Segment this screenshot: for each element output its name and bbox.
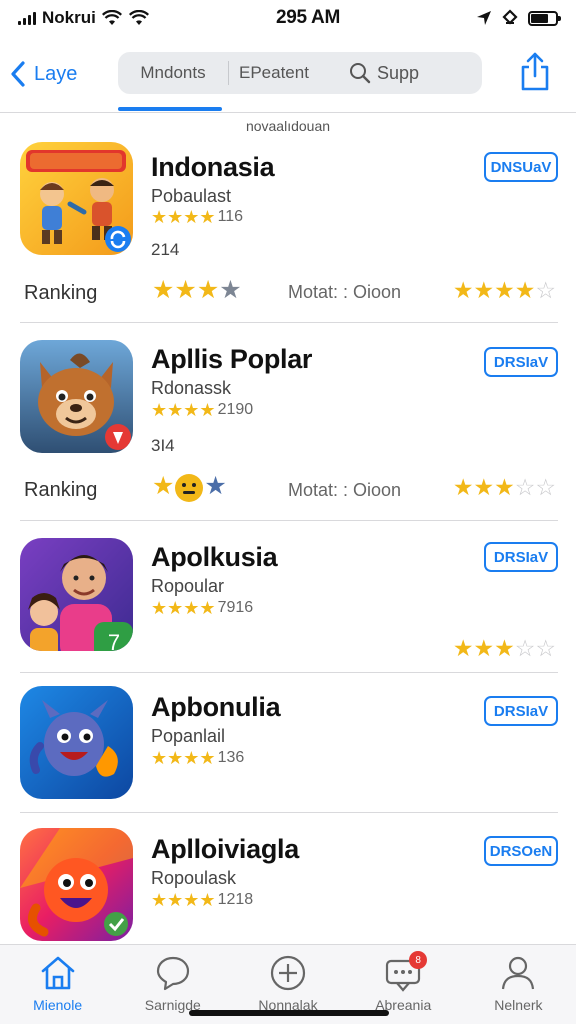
row-divider	[20, 322, 558, 323]
get-button[interactable]: DRSIaV	[484, 542, 558, 572]
row-divider	[20, 812, 558, 813]
nav-divider	[0, 112, 576, 113]
share-icon	[521, 52, 549, 91]
user-rating-stars: ★ ★ ★ ☆ ☆	[452, 474, 556, 500]
notification-badge: 8	[409, 951, 428, 969]
app-icon-family-game[interactable]: 7	[20, 538, 133, 651]
user-rating-stars: ★ ★ ★ ☆ ☆	[452, 635, 556, 661]
tab-label: Nelnerk	[494, 997, 543, 1013]
app-rating: ★ ★ ★ ★ 7916	[151, 599, 253, 617]
rating-stars: ★ ★ ★ ★	[151, 207, 216, 227]
app-rating: ★ ★ ★ ★ 116	[151, 208, 243, 226]
wifi-icon	[101, 10, 122, 25]
svg-text:7: 7	[108, 630, 120, 651]
get-button[interactable]: DRSIaV	[484, 347, 558, 377]
tab-profile[interactable]: Nelnerk	[461, 945, 576, 1024]
rating-text: 7916	[217, 599, 254, 616]
nav-bar: Laye Mndonts EPeatent Supp	[0, 44, 576, 111]
wifi-icon-secondary	[128, 10, 149, 25]
rating-stars: ★ ★ ★ ★	[151, 598, 216, 618]
app-rating: ★ ★ ★ ★ 2190	[151, 401, 253, 419]
get-button[interactable]: DRSOeN	[484, 836, 558, 866]
app-title: Apolkusia	[151, 542, 278, 572]
get-button[interactable]: DNSUaV	[484, 152, 558, 182]
signal-icon	[18, 11, 36, 25]
rating-text: 2190	[217, 401, 254, 418]
share-button[interactable]	[518, 52, 552, 92]
segmented-control: Mndonts EPeatent Supp	[118, 52, 482, 94]
row-divider	[20, 520, 558, 521]
app-title: Aplloiviagla	[151, 834, 299, 864]
app-title: Indonasia	[151, 152, 275, 182]
status-left: Nokrui	[18, 8, 218, 28]
app-rating: ★ ★ ★ ★ 136	[151, 749, 244, 767]
app-rating: ★ ★ ★ ★ 1218	[151, 891, 253, 909]
rating-stars: ★ ★ ★ ★	[151, 748, 216, 768]
battery-icon	[528, 10, 561, 26]
status-time: 295 AM	[275, 7, 341, 28]
home-icon	[38, 953, 78, 993]
app-icon-monster-game[interactable]	[20, 686, 133, 799]
status-right	[438, 9, 561, 27]
tab-home[interactable]: Mienole	[0, 945, 115, 1024]
back-button[interactable]: Laye	[10, 56, 77, 92]
app-subtitle: Ropoular	[151, 576, 225, 596]
app-count: 214	[151, 240, 180, 259]
app-subtitle: Ropoulask	[151, 868, 237, 888]
get-button[interactable]: DRSIaV	[484, 696, 558, 726]
search-icon	[350, 63, 371, 84]
chevron-left-icon	[11, 61, 25, 87]
tab-label: Mienole	[33, 997, 83, 1013]
ranking-label: Ranking	[24, 479, 98, 501]
search-segment[interactable]: Supp	[349, 62, 419, 84]
message-icon: 8	[383, 951, 428, 993]
carrier-name: Nokrui	[42, 8, 96, 27]
section-caption: novaalıdouan	[245, 118, 331, 134]
app-icon-fox-game[interactable]	[20, 828, 133, 941]
rating-label: Motat: : Oioon	[288, 480, 402, 500]
app-subtitle: Rdonassk	[151, 378, 232, 398]
segment-second[interactable]: EPeatent	[229, 63, 349, 83]
app-icon-bear-game[interactable]	[20, 340, 133, 453]
app-subtitle: Popanlail	[151, 726, 226, 746]
ranking-stars: ★ ★	[152, 472, 227, 502]
rating-text: 1218	[217, 891, 254, 908]
ranking-stars: ★ ★ ★ ★	[152, 276, 242, 304]
back-label: Laye	[34, 62, 78, 85]
app-subtitle: Pobaulast	[151, 186, 232, 206]
app-title: Apllis Poplar	[151, 344, 313, 374]
ranking-label: Ranking	[24, 282, 98, 304]
person-icon	[498, 953, 538, 993]
app-title: Apbonulia	[151, 692, 281, 722]
emoji-face-icon	[175, 474, 204, 502]
location-arrow-icon	[477, 11, 491, 25]
home-indicator[interactable]	[189, 1010, 389, 1016]
rating-label: Motat: : Oioon	[288, 282, 402, 302]
app-icon-kids-game[interactable]	[20, 142, 133, 255]
segment-first[interactable]: Mndonts	[118, 63, 228, 83]
rating-text: 136	[217, 749, 245, 766]
rating-stars: ★ ★ ★ ★	[151, 400, 216, 420]
chat-icon	[153, 953, 193, 993]
app-count: 3I4	[151, 436, 175, 455]
rating-stars: ★ ★ ★ ★	[151, 890, 216, 910]
alarm-icon	[502, 9, 518, 25]
search-label: Supp	[377, 62, 420, 83]
rating-text: 116	[217, 208, 244, 225]
plus-circle-icon	[268, 953, 308, 993]
row-divider	[20, 672, 558, 673]
segment-indicator	[118, 107, 222, 111]
user-rating-stars: ★ ★ ★ ★ ☆	[452, 277, 556, 303]
status-bar: Nokrui 295 AM	[0, 0, 576, 36]
